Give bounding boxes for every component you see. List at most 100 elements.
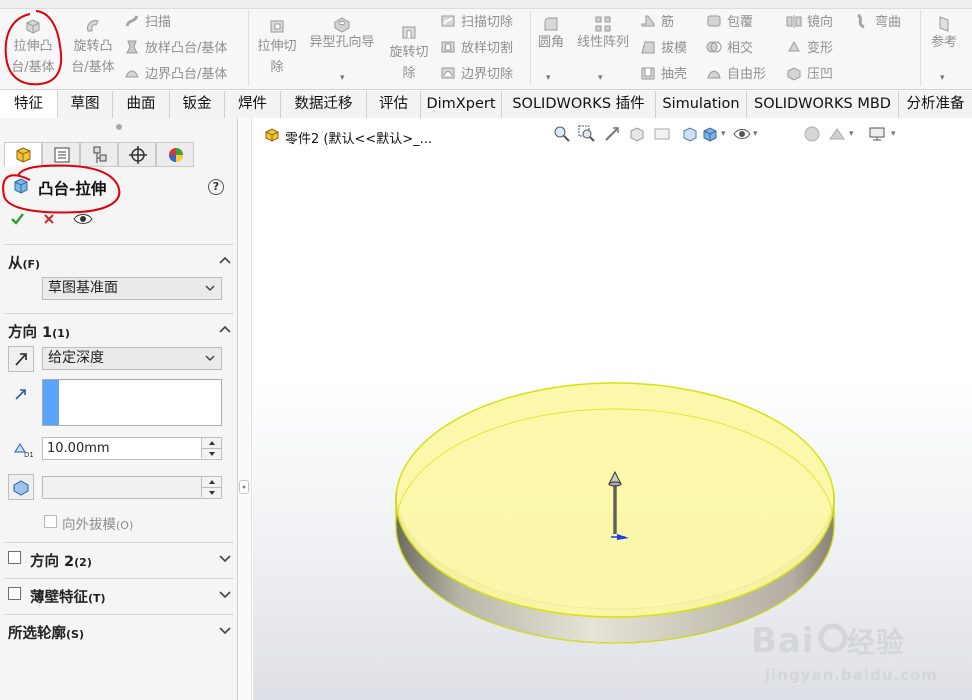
tab-solidworks-addins[interactable]: SOLIDWORKS 插件	[502, 91, 656, 118]
tab-data-migration[interactable]: 数据迁移	[281, 91, 367, 118]
direction-selection-box[interactable]	[42, 379, 222, 426]
panel-resize-grip[interactable]	[116, 124, 122, 130]
tab-configuration-manager[interactable]	[80, 142, 118, 167]
thin-feature-section-header[interactable]: 薄壁特征(T)	[0, 582, 238, 608]
preview-eye-icon[interactable]	[73, 212, 93, 226]
draft-angle-icon	[13, 480, 29, 496]
freeform-button[interactable]: 自由形	[706, 65, 766, 84]
command-manager-tabs: 特征 草图 曲面 钣金 焊件 数据迁移 评估 DimXpert SOLIDWOR…	[0, 91, 972, 118]
loft-boss-button[interactable]: 放样凸台/基体	[124, 39, 227, 58]
indent-icon	[787, 67, 801, 81]
baidu-jingyan-watermark-logo: Bai 经验 jingyan.baidu.com	[751, 616, 961, 686]
tab-display-manager[interactable]	[156, 142, 194, 167]
ok-check-icon[interactable]	[10, 212, 25, 226]
mirror-button[interactable]: 镜向	[786, 13, 833, 32]
boundary-cut-button[interactable]: 边界切除	[440, 65, 513, 84]
deform-label: 变形	[807, 41, 834, 56]
draft-outward-checkbox[interactable]	[44, 515, 57, 528]
graphics-area[interactable]: 零件2 (默认<<默认>_... ▾ ▾ ▾ ▾ Bai 经验 jingyan.…	[253, 118, 972, 700]
tab-simulation[interactable]: Simulation	[656, 91, 747, 118]
revolve-boss-button[interactable]: 旋转凸 台/基体	[66, 12, 120, 78]
collapse-panel-handle[interactable]	[239, 480, 249, 494]
rib-icon	[641, 15, 655, 27]
spin-up-icon	[209, 441, 215, 445]
extrude-boss-button[interactable]: 拉伸凸 台/基体	[6, 12, 60, 78]
tab-evaluate[interactable]: 评估	[367, 91, 421, 118]
loft-cut-icon	[441, 41, 455, 53]
tab-sketch[interactable]: 草图	[58, 91, 113, 118]
from-start-condition-select[interactable]: 草图基准面	[42, 277, 222, 300]
deform-button[interactable]: 变形	[786, 39, 833, 58]
direction2-section-header[interactable]: 方向 2(2)	[0, 546, 238, 572]
tab-dimxpert-manager[interactable]	[118, 142, 156, 167]
direction1-section-title: 方向 1(1)	[8, 325, 70, 341]
reference-dropdown-arrow[interactable]: ▾	[940, 68, 945, 89]
depth-increment-button[interactable]	[201, 438, 221, 448]
tab-property-manager[interactable]	[42, 142, 80, 167]
panel-splitter[interactable]	[238, 118, 252, 700]
end-condition-value: 给定深度	[48, 350, 104, 366]
depth-decrement-button[interactable]	[201, 448, 221, 458]
sweep-cut-icon	[441, 15, 455, 27]
thin-feature-checkbox[interactable]	[8, 587, 21, 600]
section-divider	[4, 542, 234, 543]
loft-cut-button[interactable]: 放样切割	[440, 39, 513, 58]
draft-angle-decrement-button[interactable]	[201, 487, 221, 497]
draft-button[interactable]: 拔模	[640, 39, 687, 58]
from-section-header[interactable]: 从(F)	[0, 248, 238, 274]
sweep-icon	[125, 15, 139, 27]
indent-button[interactable]: 压凹	[786, 65, 833, 84]
fillet-button[interactable]: 圆角 ▾	[534, 12, 568, 83]
hole-wizard-button[interactable]: 异型孔向导 ▾	[304, 12, 380, 83]
selected-contours-section-header[interactable]: 所选轮廓(S)	[0, 618, 238, 644]
tab-weldments[interactable]: 焊件	[225, 91, 281, 118]
tab-feature-manager[interactable]	[4, 142, 42, 167]
wrap-button[interactable]: 包覆	[706, 13, 753, 32]
tab-solidworks-mbd[interactable]: SOLIDWORKS MBD	[747, 91, 899, 118]
linear-pattern-button[interactable]: 线性阵列 ▾	[572, 12, 634, 83]
extrude-preview-model[interactable]	[253, 118, 972, 700]
tab-surfaces[interactable]: 曲面	[113, 91, 170, 118]
extrude-cut-icon	[270, 20, 284, 33]
draft-label: 拔模	[661, 41, 688, 56]
direction2-checkbox[interactable]	[8, 551, 21, 564]
boundary-boss-icon	[125, 70, 139, 78]
feature-title: 凸台-拉伸	[38, 180, 107, 198]
tab-features[interactable]: 特征	[0, 91, 58, 118]
help-icon[interactable]: ?	[208, 179, 224, 195]
sweep-button[interactable]: 扫描	[124, 13, 171, 32]
chevron-down-icon	[205, 355, 215, 362]
draft-angle-increment-button[interactable]	[201, 477, 221, 487]
extrude-boss-label-1: 拉伸凸	[13, 39, 53, 54]
shell-button[interactable]: 抽壳	[640, 65, 687, 84]
intersect-button[interactable]: 相交	[706, 39, 753, 58]
draft-angle-input[interactable]	[42, 476, 222, 499]
revolve-cut-button[interactable]: 旋转切 除	[384, 12, 434, 84]
sweep-cut-button[interactable]: 扫描切除	[440, 13, 513, 32]
selection-color-swatch	[43, 380, 59, 425]
tab-analysis-preparation[interactable]: 分析准备	[899, 91, 972, 118]
chevron-up-icon	[219, 256, 231, 264]
draft-on-off-button[interactable]	[8, 474, 34, 500]
hole-wizard-icon	[334, 17, 350, 33]
flex-button[interactable]: 弯曲	[854, 13, 901, 32]
revolve-cut-label-2: 除	[402, 66, 416, 81]
chevron-down-icon	[205, 285, 215, 292]
reverse-direction-button[interactable]	[8, 346, 34, 372]
revolve-boss-icon	[87, 20, 99, 32]
extrude-cut-button[interactable]: 拉伸切 除	[252, 12, 302, 78]
cancel-x-icon[interactable]	[43, 213, 55, 225]
revolve-cut-icon	[402, 26, 416, 39]
end-condition-select[interactable]: 给定深度	[42, 347, 222, 370]
tab-sheet-metal[interactable]: 钣金	[170, 91, 225, 118]
rib-button[interactable]: 筋	[640, 13, 674, 32]
depth-input[interactable]: 10.00mm	[42, 437, 222, 460]
section-divider	[4, 244, 234, 245]
reference-geometry-button[interactable]: 参考 ▾	[924, 12, 964, 83]
direction1-section-header[interactable]: 方向 1(1)	[0, 317, 238, 343]
tab-dimxpert[interactable]: DimXpert	[421, 91, 502, 118]
boundary-boss-button[interactable]: 边界凸台/基体	[124, 65, 227, 84]
hole-wizard-dropdown-arrow[interactable]: ▾	[340, 68, 345, 89]
linear-pattern-dropdown-arrow[interactable]: ▾	[598, 68, 603, 89]
fillet-dropdown-arrow[interactable]: ▾	[546, 68, 551, 89]
